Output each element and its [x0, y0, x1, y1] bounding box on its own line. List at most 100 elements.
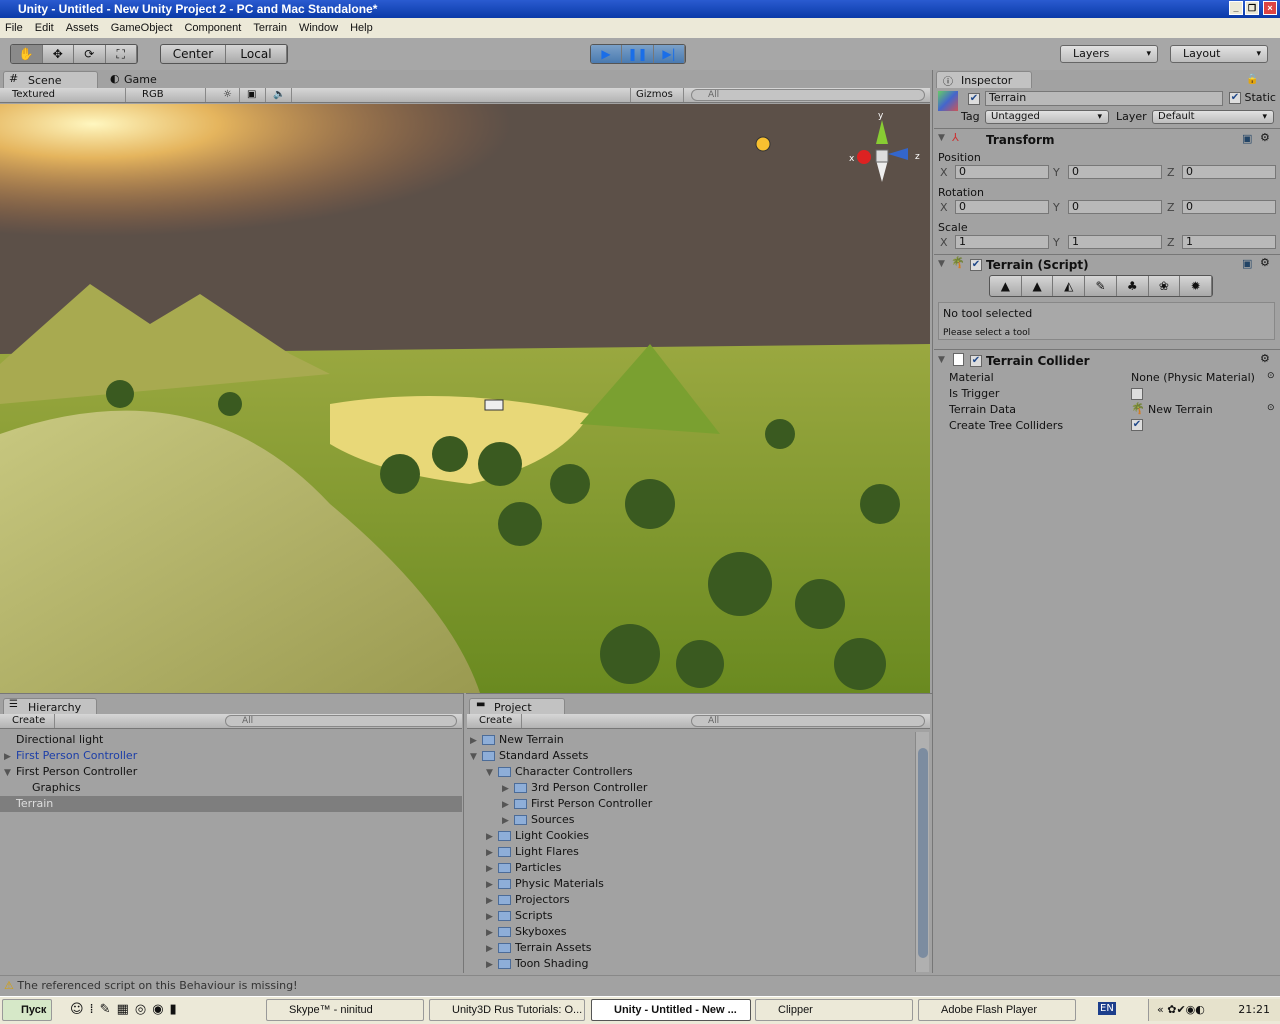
menu-component[interactable]: Component — [184, 18, 241, 38]
render-mode-dropdown[interactable]: RGB — [130, 88, 206, 102]
project-item[interactable]: ▶ Sources — [502, 812, 575, 829]
rot-y-field[interactable]: 0 — [1068, 200, 1162, 214]
menu-assets[interactable]: Assets — [66, 18, 99, 38]
project-create-button[interactable]: Create — [467, 714, 522, 728]
active-checkbox[interactable]: ✔ — [968, 92, 980, 105]
scene-viewport[interactable]: y x z — [0, 104, 930, 693]
static-checkbox[interactable]: ✔ Static — [1229, 91, 1276, 104]
object-picker-icon[interactable]: ⊙ — [1267, 403, 1275, 413]
object-picker-icon[interactable]: ⊙ — [1267, 371, 1275, 381]
lock-icon[interactable]: 🔒 — [1246, 74, 1258, 85]
gear-icon[interactable]: ⚙ — [1260, 131, 1270, 144]
foldout-arrow-icon[interactable]: ▼ — [938, 355, 945, 365]
help-icon[interactable]: ▣ — [1242, 257, 1252, 270]
hierarchy-create-button[interactable]: Create — [0, 714, 55, 728]
taskbar-unity[interactable]: Unity - Untitled - New ... — [591, 999, 751, 1021]
project-item[interactable]: ▶ Physic Materials — [486, 876, 604, 893]
terrain-script-checkbox[interactable]: ✔ — [970, 258, 982, 271]
taskbar-skype[interactable]: Skype™ - ninitud — [266, 999, 424, 1021]
foldout-arrow-icon[interactable]: ▼ — [938, 133, 945, 143]
taskbar-clipper[interactable]: Clipper — [755, 999, 913, 1021]
collider-checkbox[interactable]: ✔ — [970, 354, 982, 367]
hierarchy-item[interactable]: ▶ First Person Controller — [4, 748, 137, 765]
place-trees-icon[interactable]: ♣ — [1117, 276, 1149, 296]
project-item[interactable]: ▶ Scripts — [486, 908, 553, 925]
tree-colliders-checkbox[interactable]: ✔ — [1131, 418, 1143, 431]
project-item[interactable]: ▶ New Terrain — [470, 732, 564, 749]
menu-file[interactable]: File — [5, 18, 23, 38]
is-trigger-checkbox[interactable] — [1131, 387, 1143, 400]
gear-icon[interactable]: ⚙ — [1260, 352, 1270, 365]
project-item[interactable]: ▶ First Person Controller — [502, 796, 652, 813]
terrain-settings-icon[interactable]: ✹ — [1180, 276, 1212, 296]
gear-icon[interactable]: ⚙ — [1260, 256, 1270, 269]
project-item[interactable]: ▶ Terrain Assets — [486, 940, 592, 957]
menu-edit[interactable]: Edit — [35, 18, 54, 38]
scl-z-field[interactable]: 1 — [1182, 235, 1276, 249]
language-indicator[interactable]: EN — [1098, 1002, 1116, 1015]
step-icon[interactable]: ▶| — [654, 45, 685, 63]
camera-icon[interactable] — [484, 399, 504, 411]
start-button[interactable]: Пуск — [2, 999, 52, 1021]
pos-x-field[interactable]: 0 — [955, 165, 1049, 179]
smooth-height-icon[interactable]: ◭ — [1053, 276, 1086, 296]
hand-tool-icon[interactable]: ✋ — [11, 45, 43, 63]
paint-details-icon[interactable]: ❀ — [1149, 276, 1181, 296]
pos-y-field[interactable]: 0 — [1068, 165, 1162, 179]
scrollbar-thumb[interactable] — [918, 748, 928, 958]
raise-terrain-icon[interactable]: ▲ — [990, 276, 1022, 296]
help-icon[interactable]: ▣ — [1242, 132, 1252, 145]
rotate-tool-icon[interactable]: ⟳ — [74, 45, 106, 63]
hierarchy-item[interactable]: ▼ First Person Controller — [4, 764, 137, 781]
scl-y-field[interactable]: 1 — [1068, 235, 1162, 249]
audio-toggle-icon[interactable]: 🔈 — [268, 88, 292, 102]
menu-gameobject[interactable]: GameObject — [111, 18, 173, 38]
menu-help[interactable]: Help — [350, 18, 373, 38]
scl-x-field[interactable]: 1 — [955, 235, 1049, 249]
hierarchy-item[interactable]: Graphics — [32, 780, 81, 796]
project-scrollbar[interactable] — [915, 732, 929, 972]
status-message[interactable]: The referenced script on this Behaviour … — [17, 979, 297, 992]
layout-dropdown[interactable]: Layout — [1170, 45, 1268, 63]
project-item[interactable]: ▶ Toon Shading — [486, 956, 588, 973]
tag-dropdown[interactable]: Untagged — [985, 110, 1109, 124]
minimize-button[interactable]: _ — [1229, 1, 1243, 15]
hierarchy-item[interactable]: Directional light — [16, 732, 103, 748]
move-tool-icon[interactable]: ✥ — [43, 45, 74, 63]
close-button[interactable]: × — [1263, 1, 1277, 15]
lighting-toggle-icon[interactable]: ☼ — [218, 88, 240, 102]
menu-terrain[interactable]: Terrain — [253, 18, 287, 38]
pause-icon[interactable]: ❚❚ — [622, 45, 654, 63]
hierarchy-item-selected[interactable]: Terrain — [0, 796, 462, 812]
project-search[interactable]: All — [691, 715, 925, 727]
project-item[interactable]: ▶ Particles — [486, 860, 561, 877]
project-item[interactable]: ▶ Projectors — [486, 892, 570, 909]
gizmos-dropdown[interactable]: Gizmos — [630, 88, 684, 102]
menu-window[interactable]: Window — [299, 18, 338, 38]
image-toggle-icon[interactable]: ▣ — [242, 88, 266, 102]
foldout-arrow-icon[interactable]: ▼ — [938, 259, 945, 269]
layer-dropdown[interactable]: Default — [1152, 110, 1274, 124]
hierarchy-search[interactable]: All — [225, 715, 457, 727]
taskbar-browser[interactable]: Unity3D Rus Tutorials: O... — [429, 999, 585, 1021]
sun-light-icon[interactable] — [755, 136, 771, 152]
material-field[interactable]: None (Physic Material) — [1131, 371, 1255, 384]
pivot-center-button[interactable]: Center — [161, 45, 226, 63]
terrain-data-field[interactable]: New Terrain — [1148, 403, 1213, 416]
object-name-field[interactable]: Terrain — [985, 91, 1223, 106]
project-item[interactable]: ▼ Standard Assets — [470, 748, 588, 765]
scene-search[interactable]: All — [691, 89, 925, 101]
project-item[interactable]: ▶ 3rd Person Controller — [502, 780, 647, 797]
scale-tool-icon[interactable]: ⛶ — [106, 45, 137, 63]
play-icon[interactable]: ▶ — [591, 45, 622, 63]
rot-z-field[interactable]: 0 — [1182, 200, 1276, 214]
paint-height-icon[interactable]: ▲ — [1022, 276, 1054, 296]
rot-x-field[interactable]: 0 — [955, 200, 1049, 214]
shading-dropdown[interactable]: Textured — [0, 88, 126, 102]
taskbar-flash[interactable]: Adobe Flash Player — [918, 999, 1076, 1021]
paint-texture-icon[interactable]: ✎ — [1085, 276, 1117, 296]
pivot-local-button[interactable]: Local — [226, 45, 287, 63]
project-item[interactable]: ▶ Light Cookies — [486, 828, 589, 845]
layers-dropdown[interactable]: Layers — [1060, 45, 1158, 63]
maximize-button[interactable]: ❐ — [1245, 1, 1259, 15]
